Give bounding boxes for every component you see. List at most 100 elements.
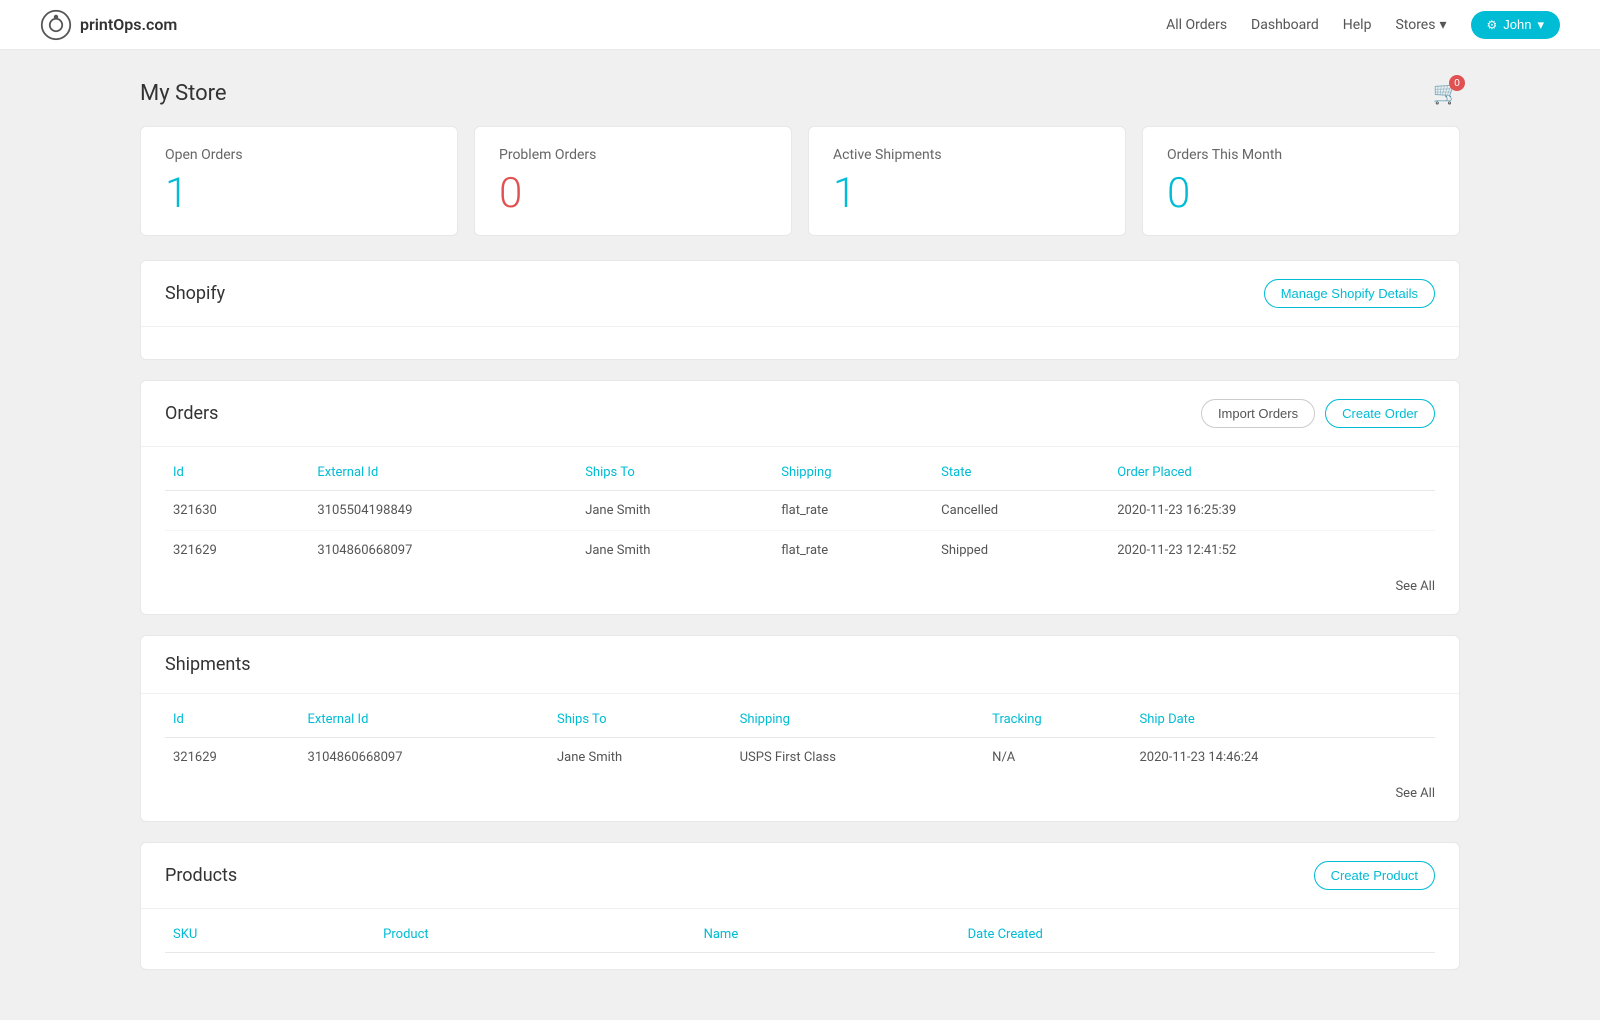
stat-label-active-shipments: Active Shipments (833, 147, 1101, 163)
shipments-header-row: Id External Id Ships To Shipping Trackin… (165, 702, 1435, 738)
order-external-id: 3105504198849 (309, 491, 577, 531)
shopify-section: Shopify Manage Shopify Details (140, 260, 1460, 360)
table-row[interactable]: 321630 3105504198849 Jane Smith flat_rat… (165, 491, 1435, 531)
shipments-col-shipping: Shipping (732, 702, 985, 738)
products-section: Products Create Product SKU Product Name… (140, 842, 1460, 970)
products-header-row: SKU Product Name Date Created (165, 917, 1435, 953)
import-orders-button[interactable]: Import Orders (1201, 399, 1315, 428)
user-menu-button[interactable]: ⚙ John ▾ (1471, 11, 1561, 39)
shipments-col-id: Id (165, 702, 300, 738)
products-body: SKU Product Name Date Created (141, 917, 1459, 969)
shipments-table: Id External Id Ships To Shipping Trackin… (165, 702, 1435, 777)
products-table-head: SKU Product Name Date Created (165, 917, 1435, 953)
nav-stores-dropdown[interactable]: Stores ▾ (1395, 17, 1446, 33)
products-col-product: Product (375, 917, 695, 953)
stat-value-active-shipments: 1 (833, 173, 1101, 215)
shipments-col-ship-date: Ship Date (1132, 702, 1436, 738)
shipment-ship-date: 2020-11-23 14:46:24 (1132, 738, 1436, 778)
order-shipping: flat_rate (773, 531, 933, 571)
products-title: Products (165, 865, 237, 886)
shipment-id: 321629 (165, 738, 300, 778)
nav-stores-label: Stores (1395, 17, 1435, 33)
manage-shopify-button[interactable]: Manage Shopify Details (1264, 279, 1435, 308)
shipments-section: Shipments Id External Id Ships To Shippi… (140, 635, 1460, 822)
page-title: My Store (140, 81, 227, 106)
brand-logo-icon (40, 9, 72, 41)
cart-badge: 0 (1449, 75, 1465, 91)
orders-section: Orders Import Orders Create Order Id Ext… (140, 380, 1460, 615)
order-shipping: flat_rate (773, 491, 933, 531)
table-row[interactable]: 321629 3104860668097 Jane Smith flat_rat… (165, 531, 1435, 571)
orders-col-state: State (933, 455, 1109, 491)
orders-col-order-placed: Order Placed (1109, 455, 1435, 491)
products-col-sku: SKU (165, 917, 375, 953)
stat-label-orders-this-month: Orders This Month (1167, 147, 1435, 163)
products-col-name: Name (696, 917, 960, 953)
shopify-header: Shopify Manage Shopify Details (141, 261, 1459, 327)
order-id: 321630 (165, 491, 309, 531)
order-state: Cancelled (933, 491, 1109, 531)
order-external-id: 3104860668097 (309, 531, 577, 571)
products-table: SKU Product Name Date Created (165, 917, 1435, 953)
cart-button[interactable]: 🛒 0 (1433, 80, 1460, 106)
order-ships-to: Jane Smith (577, 491, 773, 531)
shipments-col-ships-to: Ships To (549, 702, 732, 738)
orders-col-ships-to: Ships To (577, 455, 773, 491)
nav-dashboard[interactable]: Dashboard (1251, 17, 1319, 33)
orders-see-all-row: See All (165, 570, 1435, 598)
table-row[interactable]: 321629 3104860668097 Jane Smith USPS Fir… (165, 738, 1435, 778)
chevron-down-icon: ▾ (1439, 17, 1446, 33)
create-product-button[interactable]: Create Product (1314, 861, 1435, 890)
stat-label-problem-orders: Problem Orders (499, 147, 767, 163)
stat-value-orders-this-month: 0 (1167, 173, 1435, 215)
brand-name: printOps.com (80, 15, 177, 34)
orders-header: Orders Import Orders Create Order (141, 381, 1459, 447)
shipments-title: Shipments (165, 654, 251, 675)
order-placed: 2020-11-23 12:41:52 (1109, 531, 1435, 571)
shipments-table-head: Id External Id Ships To Shipping Trackin… (165, 702, 1435, 738)
nav-help[interactable]: Help (1343, 17, 1372, 33)
order-ships-to: Jane Smith (577, 531, 773, 571)
stat-card-open-orders: Open Orders 1 (140, 126, 458, 236)
orders-table: Id External Id Ships To Shipping State O… (165, 455, 1435, 570)
navbar: printOps.com All Orders Dashboard Help S… (0, 0, 1600, 50)
create-order-button[interactable]: Create Order (1325, 399, 1435, 428)
orders-col-shipping: Shipping (773, 455, 933, 491)
nav-all-orders[interactable]: All Orders (1166, 17, 1227, 33)
stat-card-orders-this-month: Orders This Month 0 (1142, 126, 1460, 236)
order-id: 321629 (165, 531, 309, 571)
orders-actions: Import Orders Create Order (1201, 399, 1435, 428)
orders-table-head: Id External Id Ships To Shipping State O… (165, 455, 1435, 491)
orders-title: Orders (165, 403, 218, 424)
orders-col-id: Id (165, 455, 309, 491)
gear-icon: ⚙ (1487, 18, 1498, 32)
order-state: Shipped (933, 531, 1109, 571)
brand-link[interactable]: printOps.com (40, 9, 1166, 41)
stats-grid: Open Orders 1 Problem Orders 0 Active Sh… (140, 126, 1460, 236)
order-placed: 2020-11-23 16:25:39 (1109, 491, 1435, 531)
stat-card-problem-orders: Problem Orders 0 (474, 126, 792, 236)
orders-see-all-link[interactable]: See All (1395, 579, 1435, 594)
shipment-ships-to: Jane Smith (549, 738, 732, 778)
user-name-label: John (1503, 17, 1531, 32)
shipments-table-body: 321629 3104860668097 Jane Smith USPS Fir… (165, 738, 1435, 778)
shipments-see-all-link[interactable]: See All (1395, 786, 1435, 801)
user-chevron-icon: ▾ (1537, 17, 1544, 33)
shipments-col-external-id: External Id (300, 702, 549, 738)
shipments-header: Shipments (141, 636, 1459, 694)
shipment-shipping: USPS First Class (732, 738, 985, 778)
shopify-body (141, 327, 1459, 359)
shipments-see-all-row: See All (165, 777, 1435, 805)
shipments-col-tracking: Tracking (984, 702, 1131, 738)
orders-body: Id External Id Ships To Shipping State O… (141, 455, 1459, 614)
orders-header-row: Id External Id Ships To Shipping State O… (165, 455, 1435, 491)
nav-links: All Orders Dashboard Help Stores ▾ ⚙ Joh… (1166, 11, 1560, 39)
main-content: My Store 🛒 0 Open Orders 1 Problem Order… (0, 50, 1600, 1020)
products-header: Products Create Product (141, 843, 1459, 909)
orders-table-body: 321630 3105504198849 Jane Smith flat_rat… (165, 491, 1435, 571)
stat-card-active-shipments: Active Shipments 1 (808, 126, 1126, 236)
stat-value-problem-orders: 0 (499, 173, 767, 215)
stat-value-open-orders: 1 (165, 173, 433, 215)
shipment-external-id: 3104860668097 (300, 738, 549, 778)
page-header: My Store 🛒 0 (140, 80, 1460, 106)
